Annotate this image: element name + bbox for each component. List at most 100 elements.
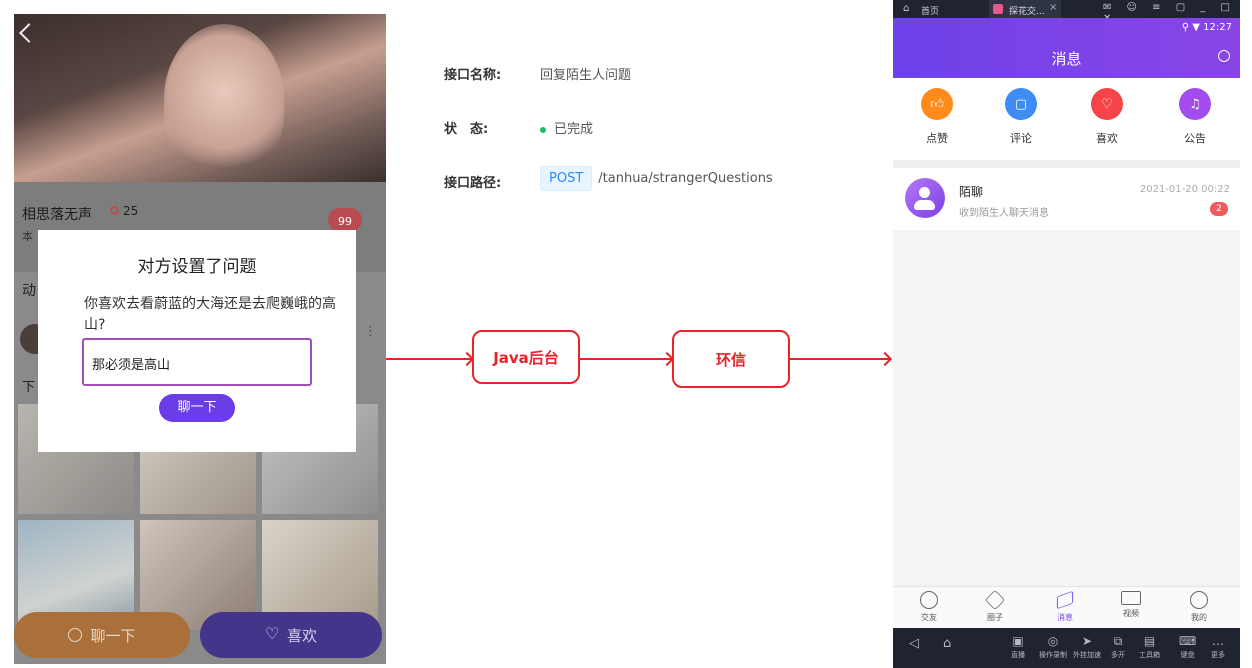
quick-action-announcements[interactable]: ♫ 公告 <box>1165 88 1225 146</box>
right-phone-screen: ⌂ 首页 探花交... × ✉ ☺ ≡ ▢ _ □ ✕ ⚲ ▼ 12:27 消息… <box>893 0 1240 668</box>
home-tab-label[interactable]: 首页 <box>921 4 939 17</box>
like-button[interactable]: 喜欢 <box>200 612 382 658</box>
profile-photo-subject <box>164 24 284 174</box>
tool-keyboard[interactable]: ⌨ 键盘 <box>1179 634 1196 660</box>
quick-action-label: 公告 <box>1184 132 1206 145</box>
profile-photo <box>14 14 386 182</box>
list-item[interactable]: 陌聊 收到陌生人聊天消息 2021-01-20 00:22 2 <box>893 168 1240 230</box>
message-sender: 陌聊 <box>959 185 984 199</box>
nav-label: 我的 <box>1191 613 1207 622</box>
api-path-value: /tanhua/strangerQuestions <box>598 171 773 186</box>
chat-now-button[interactable]: 聊一下 <box>159 394 235 422</box>
nav-label: 交友 <box>921 613 937 622</box>
video-icon <box>1121 591 1141 605</box>
dialog-title: 对方设置了问题 <box>137 257 257 277</box>
like-button-label: 喜欢 <box>286 626 317 645</box>
tool-label: 直播 <box>1011 651 1025 659</box>
tab-dynamic[interactable]: 动 <box>22 280 36 300</box>
profile-score: 25 <box>110 204 138 218</box>
nav-label: 圈子 <box>987 613 1003 622</box>
nav-mine[interactable]: 我的 <box>1179 591 1219 623</box>
accelerate-icon: ➤ <box>1081 634 1093 648</box>
profile-subtext: 本 <box>22 230 33 243</box>
layers-icon <box>1056 590 1074 610</box>
flow-line-2 <box>580 358 672 360</box>
emulator-toolbar: ◁ ⌂ ▣ 直播 ◎ 操作录制 ➤ 外挂加速 ⧉ 多开 ▤ 工具箱 ⌨ 键盘 … 更多 <box>893 628 1240 668</box>
avatar <box>905 178 945 218</box>
tool-record[interactable]: ◎ 操作录制 <box>1039 634 1067 660</box>
nav-label: 视频 <box>1123 609 1139 618</box>
api-path-label: 接口路径: <box>444 176 502 191</box>
nav-friends[interactable]: 交友 <box>909 591 949 623</box>
heart-icon <box>265 624 279 643</box>
quick-actions: 👍︎ 点赞 ▢ 评论 ♡ 喜欢 ♫ 公告 <box>893 78 1240 160</box>
messages-header: ⚲ ▼ 12:27 消息 <box>893 18 1240 78</box>
more-options-icon[interactable]: ⋮ <box>364 324 377 339</box>
status-time: 12:27 <box>1203 22 1232 33</box>
unread-badge: 2 <box>1210 202 1228 216</box>
bell-icon: ♫ <box>1179 88 1211 120</box>
tool-label: 工具箱 <box>1139 651 1160 659</box>
nav-messages[interactable]: 消息 <box>1045 590 1085 623</box>
section-divider <box>893 160 1240 168</box>
app-icon <box>993 4 1003 14</box>
close-tab-icon[interactable]: × <box>1049 2 1057 13</box>
chat-button-label: 聊一下 <box>90 626 136 645</box>
tool-label: 操作录制 <box>1039 651 1067 659</box>
chat-button[interactable]: 聊一下 <box>14 612 190 658</box>
question-dialog: 对方设置了问题 你喜欢去看蔚蓝的大海还是去爬巍峨的高山? 那必须是高山 聊一下 <box>38 230 356 452</box>
tool-label: 外挂加速 <box>1073 651 1101 659</box>
home-icon[interactable]: ⌂ <box>903 3 909 14</box>
api-path-wrap: POST/tanhua/strangerQuestions <box>540 166 773 191</box>
api-name-value: 回复陌生人问题 <box>540 68 632 83</box>
message-time: 2021-01-20 00:22 <box>1139 184 1230 195</box>
profile-name: 相思落无声 <box>22 207 92 223</box>
score-value: 25 <box>123 204 139 218</box>
nav-video[interactable]: 视频 <box>1111 591 1151 619</box>
score-icon <box>110 206 119 215</box>
multi-instance-icon: ⧉ <box>1113 634 1123 648</box>
contacts-icon[interactable] <box>1218 50 1230 62</box>
flow-box-huanxin: 环信 <box>672 330 790 388</box>
tool-multi[interactable]: ⧉ 多开 <box>1111 634 1125 660</box>
quick-action-label: 喜欢 <box>1096 132 1118 145</box>
flow-box-java: Java后台 <box>472 330 580 384</box>
tool-accelerate[interactable]: ➤ 外挂加速 <box>1073 634 1101 660</box>
quick-action-favorites[interactable]: ♡ 喜欢 <box>1077 88 1137 146</box>
status-bar: ⚲ ▼ 12:27 <box>1181 22 1232 33</box>
quick-action-label: 点赞 <box>926 132 948 145</box>
home-icon[interactable]: ⌂ <box>943 636 951 651</box>
fate-value-badge: 99 <box>328 208 362 232</box>
app-tab-label: 探花交... <box>1009 7 1045 17</box>
chat-icon <box>68 628 83 642</box>
heart-icon: ♡ <box>1091 88 1123 120</box>
quick-action-comments[interactable]: ▢ 评论 <box>991 88 1051 146</box>
tool-label: 更多 <box>1211 651 1225 659</box>
tool-live[interactable]: ▣ 直播 <box>1011 634 1025 660</box>
thumbs-up-icon: 👍︎ <box>921 88 953 120</box>
keyboard-icon: ⌨ <box>1179 634 1197 648</box>
more-icon: … <box>1212 634 1224 648</box>
record-icon: ◎ <box>1047 634 1059 648</box>
answer-input[interactable]: 那必须是高山 <box>82 338 312 386</box>
nav-label: 消息 <box>1057 613 1073 622</box>
app-tab[interactable]: 探花交... × <box>989 0 1061 18</box>
page-title: 消息 <box>1051 50 1082 68</box>
tool-label: 多开 <box>1111 651 1125 659</box>
arrow-head-3 <box>877 351 893 367</box>
bottom-nav: 交友 圈子 消息 视频 我的 <box>893 586 1240 628</box>
friends-icon <box>920 591 938 609</box>
toolbox-icon: ▤ <box>1143 634 1156 648</box>
tool-box[interactable]: ▤ 工具箱 <box>1139 634 1160 660</box>
status-dot-icon <box>540 126 546 133</box>
back-icon[interactable]: ◁ <box>909 636 919 651</box>
api-status-value: 已完成 <box>554 122 594 137</box>
live-icon: ▣ <box>1012 634 1024 648</box>
message-preview: 收到陌生人聊天消息 <box>959 208 1049 219</box>
quick-action-likes[interactable]: 👍︎ 点赞 <box>907 88 967 146</box>
http-method-badge: POST <box>540 166 593 191</box>
api-status-label: 状 态: <box>444 122 489 137</box>
tool-more[interactable]: … 更多 <box>1211 634 1225 660</box>
nav-circle[interactable]: 圈子 <box>975 589 1015 623</box>
quick-action-label: 评论 <box>1010 132 1032 145</box>
